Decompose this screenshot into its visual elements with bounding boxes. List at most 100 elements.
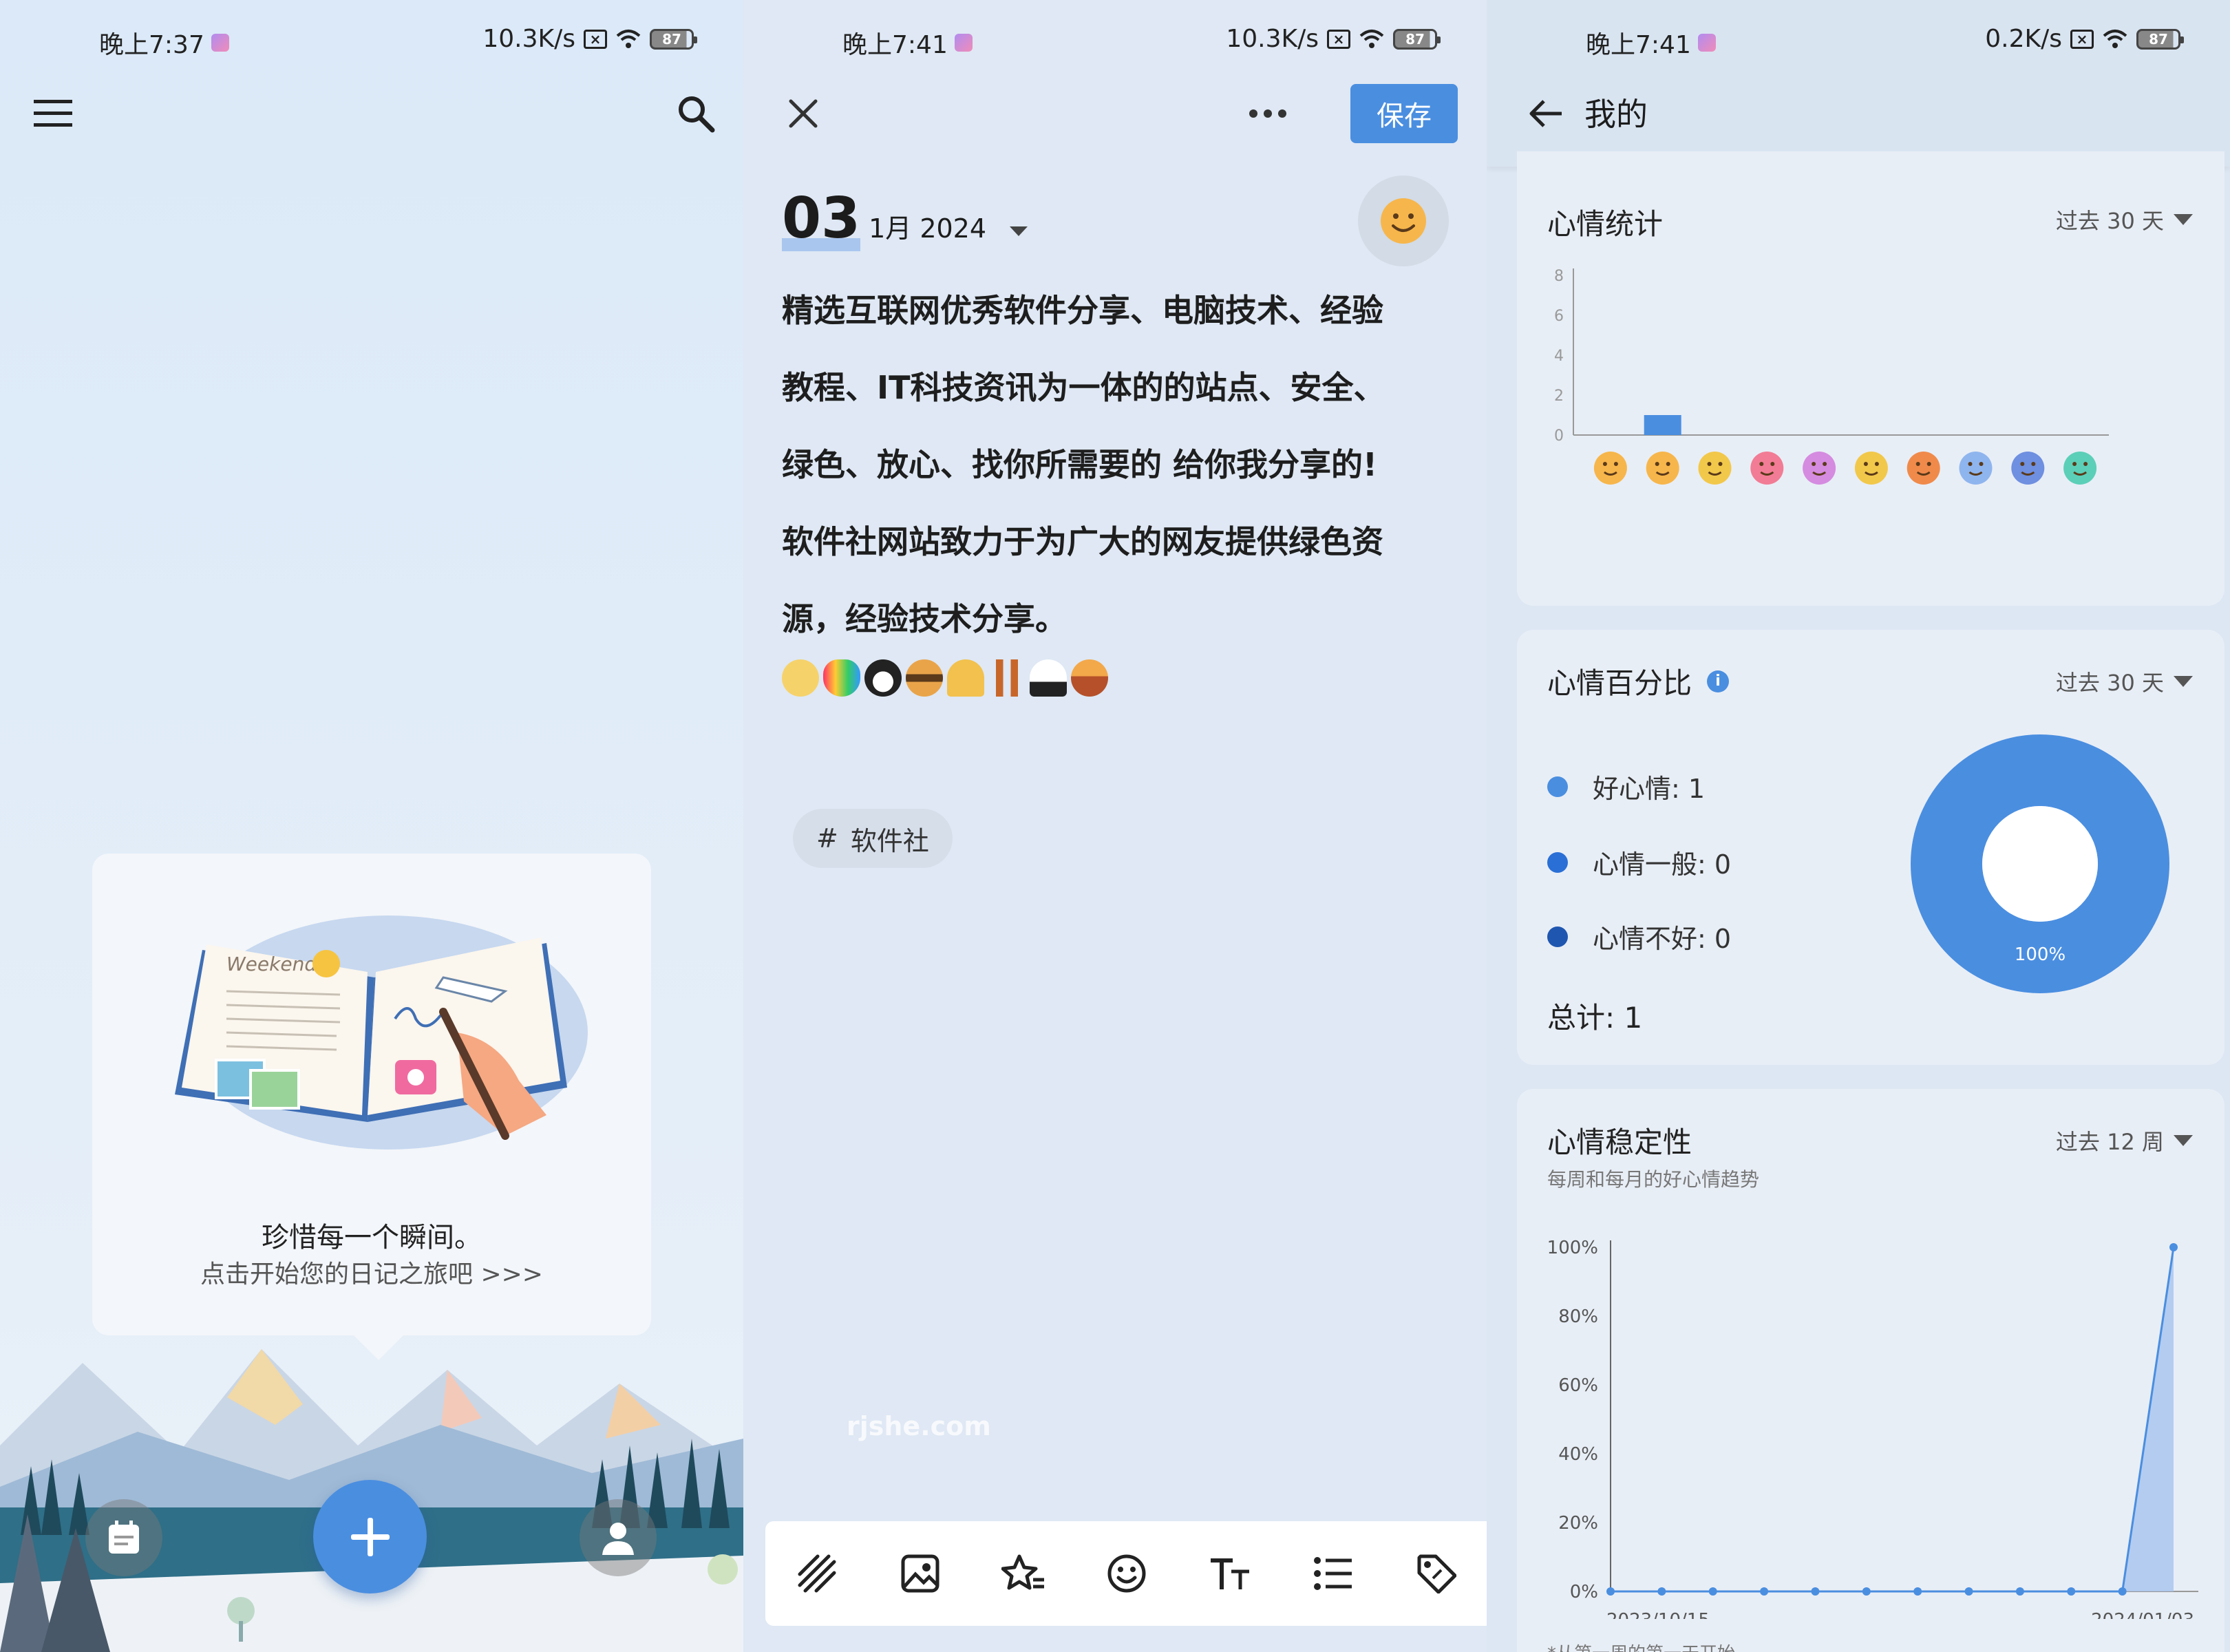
status-time: 晚上7:41: [1586, 31, 1691, 59]
close-icon[interactable]: [779, 89, 827, 138]
taco-sticker: [947, 659, 984, 697]
legend-dot: [1547, 926, 1568, 947]
legend-dot: [1547, 851, 1568, 873]
mood-total: 总计: 1: [1547, 1001, 1643, 1035]
donut-percent-label: 100%: [2015, 944, 2066, 965]
legend-neutral: 心情一般: 0: [1547, 843, 1731, 881]
y-tick-label: 0: [1554, 427, 1564, 445]
dropdown-triangle-icon: [2174, 1135, 2193, 1146]
noodle-bowl-sticker: [1071, 659, 1108, 697]
range-label: 过去 30 天: [2055, 208, 2164, 234]
sick-face-icon: [2063, 452, 2097, 485]
upset-face-icon: [2011, 452, 2045, 485]
happy-face-icon: [1381, 198, 1426, 244]
back-arrow-icon[interactable]: [1521, 89, 1569, 138]
trend-point-3: [1760, 1587, 1769, 1596]
date-year: 2024: [920, 213, 987, 244]
battery-icon: 87: [650, 28, 697, 50]
tag-label: 软件社: [850, 825, 929, 856]
penguin-sticker: [864, 659, 902, 697]
trend-point-7: [1964, 1587, 1973, 1596]
editor-toolbar: [765, 1521, 1487, 1626]
body-line: 绿色、放心、找你所需要的 给你我分享的!: [782, 446, 1377, 483]
legend-bad: 心情不好: 0: [1547, 918, 1731, 955]
mood-percent-range-dropdown[interactable]: 过去 30 天: [2056, 666, 2193, 697]
y-tick-label: 8: [1554, 268, 1564, 285]
date-selector[interactable]: 03 1月 2024: [782, 186, 1029, 251]
tag-hash: #: [816, 823, 838, 854]
app-header: 晚上7:41 0.2K/s × 87 我的: [1487, 0, 2230, 167]
menu-icon[interactable]: [29, 89, 77, 138]
wifi-icon: [616, 29, 641, 48]
mood-donut-chart: 100%: [1911, 734, 2169, 993]
tag-chip[interactable]: # 软件社: [793, 809, 953, 868]
app-notification-icon: [1697, 34, 1716, 52]
home-screen: 晚上7:37 10.3K/s × 87 Weekend 珍惜每一个瞬间。 点击开…: [0, 0, 743, 1652]
trend-area: [1611, 1247, 2174, 1591]
mood-stability-card: 心情稳定性 每周和每月的好心情趋势 过去 12 周 0% 20% 40% 60% 80%…: [1517, 1089, 2224, 1652]
range-label: 过去 12 周: [2055, 1129, 2164, 1155]
mood-percent-card: 心情百分比 i 过去 30 天 好心情: 1 心情一般: 0 心情不好: 0 总…: [1517, 630, 2224, 1065]
empty-state-subtitle[interactable]: 点击开始您的日记之旅吧 >>>: [92, 1254, 651, 1290]
mood-percent-title-row: 心情百分比 i: [1547, 660, 1730, 702]
trend-point-9: [2067, 1587, 2076, 1596]
y-tick-label: 60%: [1558, 1375, 1598, 1396]
mood-percent-title: 心情百分比: [1547, 666, 1692, 700]
y-tick-label: 100%: [1547, 1238, 1598, 1258]
mood-selector-button[interactable]: [1358, 176, 1449, 266]
network-speed: 0.2K/s: [1985, 25, 2062, 53]
search-icon[interactable]: [672, 89, 720, 138]
sim-icon: ×: [1327, 29, 1350, 49]
legend-label: 心情不好: 0: [1593, 924, 1732, 954]
empty-state-card[interactable]: Weekend 珍惜每一个瞬间。 点击开始您的日记之旅吧 >>>: [92, 854, 651, 1360]
trend-point-5: [1862, 1587, 1871, 1596]
body-line: 软件社网站致力于为广大的网友提供绿色资: [782, 523, 1383, 560]
sleepy-face-sticker: [782, 659, 819, 697]
mine-stats-screen: 晚上7:41 0.2K/s × 87 我的 心情统计 过去 30 天 0 2 4 6 8…: [1487, 0, 2230, 1652]
dropdown-triangle-icon: [2174, 214, 2193, 225]
date-day: 03: [782, 186, 861, 251]
y-tick-label: 4: [1554, 348, 1564, 365]
app-notification-icon: [211, 34, 229, 52]
sticker-icon[interactable]: [996, 1546, 1051, 1601]
legend-good: 好心情: 1: [1547, 767, 1705, 805]
legend-label: 好心情: 1: [1593, 774, 1706, 804]
mood-stability-chart: 0% 20% 40% 60% 80% 100% 2023/10/15 2024/01/03: [1547, 1238, 2198, 1619]
network-speed: 10.3K/s: [482, 25, 575, 53]
list-icon[interactable]: [1306, 1546, 1361, 1601]
mood-stability-range-dropdown[interactable]: 过去 12 周: [2056, 1125, 2193, 1156]
date-month: 1月: [869, 213, 912, 244]
bar-happy: [1644, 415, 1681, 435]
legend-label: 心情一般: 0: [1593, 849, 1732, 880]
entry-body-text[interactable]: 精选互联网优秀软件分享、电脑技术、经验 教程、IT科技资讯为一体的的站点、安全、…: [782, 272, 1443, 657]
calendar-button[interactable]: [85, 1499, 162, 1576]
mood-stability-title: 心情稳定性: [1547, 1125, 1692, 1159]
emoji-icon[interactable]: [1099, 1546, 1154, 1601]
y-tick-label: 0%: [1570, 1582, 1598, 1602]
more-options-icon[interactable]: [1244, 89, 1292, 138]
mood-stats-card: 心情统计 过去 30 天 0 2 4 6 8: [1517, 151, 2224, 606]
status-time: 晚上7:37: [99, 31, 204, 59]
background-pattern-icon[interactable]: [789, 1546, 845, 1601]
tag-icon[interactable]: [1409, 1546, 1464, 1601]
info-icon[interactable]: i: [1707, 670, 1730, 692]
trend-line: [1611, 1247, 2175, 1593]
trend-point-11: [2169, 1243, 2178, 1251]
status-time: 晚上7:41: [842, 31, 948, 59]
blush-face-icon: [1803, 452, 1836, 485]
burger-sticker: [906, 659, 943, 697]
image-icon[interactable]: [893, 1546, 948, 1601]
mood-bar-chart: 0 2 4 6 8: [1554, 268, 2109, 485]
trend-point-10: [2118, 1587, 2127, 1596]
rainbow-heart-sticker: [823, 659, 860, 697]
save-button[interactable]: 保存: [1350, 84, 1458, 143]
dropdown-arrow-icon: [1010, 226, 1028, 236]
x-label-end: 2024/01/03: [2091, 1610, 2194, 1619]
text-format-icon[interactable]: [1202, 1546, 1257, 1601]
trend-point-8: [2015, 1587, 2024, 1596]
angry-face-icon: [1907, 452, 1940, 485]
mood-stats-range-dropdown[interactable]: 过去 30 天: [2056, 204, 2193, 235]
profile-button[interactable]: [580, 1499, 657, 1576]
x-label-start: 2023/10/15: [1606, 1610, 1710, 1619]
new-entry-button[interactable]: [313, 1480, 427, 1593]
